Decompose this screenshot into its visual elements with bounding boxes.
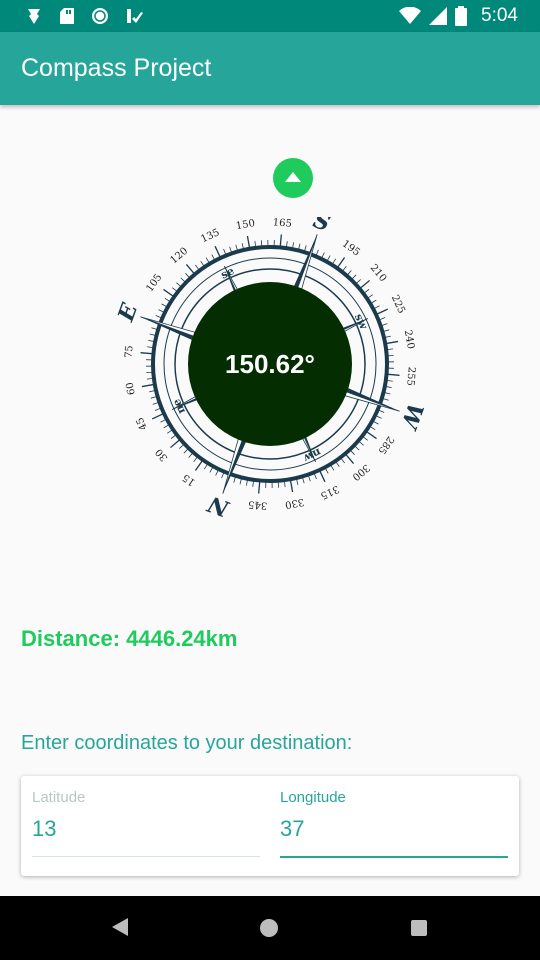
tick-mark bbox=[214, 245, 222, 259]
degree-label: 195 bbox=[340, 239, 362, 259]
degree-label: 285 bbox=[376, 434, 396, 456]
tick-mark bbox=[185, 263, 196, 275]
cardinal-letter: N bbox=[204, 490, 234, 517]
degree-label: 240 bbox=[402, 329, 416, 350]
degree-label: 225 bbox=[389, 293, 407, 315]
recents-button[interactable] bbox=[411, 920, 427, 936]
status-bar: 5:04 bbox=[0, 0, 540, 32]
sd-card-icon bbox=[58, 6, 76, 26]
battery-icon bbox=[455, 6, 468, 26]
degree-label: 255 bbox=[404, 366, 417, 386]
degree-label: 15 bbox=[181, 471, 198, 487]
tick-mark bbox=[336, 257, 346, 269]
navigation-bar bbox=[0, 896, 540, 960]
degree-label: 330 bbox=[284, 496, 305, 510]
tick-mark bbox=[246, 235, 251, 249]
destination-prompt: Enter coordinates to your destination: bbox=[21, 732, 353, 754]
degree-label: 60 bbox=[125, 381, 138, 395]
tick-mark bbox=[169, 438, 181, 449]
intercardinal-letter: se bbox=[219, 264, 236, 281]
coordinates-card: Latitude Longitude bbox=[21, 776, 519, 876]
longitude-input[interactable] bbox=[280, 816, 508, 842]
back-button[interactable] bbox=[112, 918, 128, 941]
tick-mark bbox=[151, 412, 165, 420]
cardinal-letter: W bbox=[395, 400, 429, 434]
tick-mark bbox=[359, 279, 371, 290]
app-bar: Compass Project bbox=[0, 32, 540, 105]
degree-label: 300 bbox=[350, 462, 372, 483]
tick-mark bbox=[350, 274, 357, 281]
tick-mark bbox=[318, 469, 326, 483]
intercardinal-letter: nw bbox=[301, 446, 323, 465]
tick-mark bbox=[355, 279, 361, 285]
heading-value: 150.62° bbox=[225, 348, 315, 379]
degree-label: 105 bbox=[145, 272, 165, 294]
status-left-icons bbox=[24, 4, 144, 28]
longitude-underline bbox=[280, 856, 508, 858]
latitude-label: Latitude bbox=[32, 789, 86, 806]
latitude-underline bbox=[32, 856, 260, 857]
degree-label: 210 bbox=[368, 263, 389, 285]
latitude-field: Latitude bbox=[32, 776, 260, 876]
signal-icon bbox=[429, 7, 448, 25]
sync-icon bbox=[90, 6, 110, 26]
arrow-up-icon bbox=[285, 172, 301, 182]
longitude-field: Longitude bbox=[280, 776, 508, 876]
tick-mark bbox=[185, 273, 191, 279]
degree-label: 75 bbox=[124, 345, 136, 359]
latitude-input[interactable] bbox=[32, 816, 260, 842]
tick-mark bbox=[141, 383, 155, 388]
degree-label: 345 bbox=[248, 498, 268, 511]
tick-mark bbox=[194, 459, 204, 471]
intercardinal-letter: sw bbox=[352, 312, 371, 332]
tick-mark bbox=[140, 352, 154, 355]
tick-mark bbox=[386, 373, 400, 376]
tick-mark bbox=[375, 308, 389, 316]
cardinal-letter: E bbox=[113, 299, 144, 326]
tick-mark bbox=[358, 440, 364, 446]
app-title: Compass Project bbox=[21, 54, 212, 82]
compass-dial: 15 30 45 60 75 105 120 135 150 165 195 210 225 240 255… bbox=[110, 217, 430, 517]
tick-mark bbox=[258, 480, 261, 494]
compass-center: 150.62° bbox=[188, 282, 352, 446]
intercardinal-letter: ne bbox=[170, 397, 188, 416]
tick-mark bbox=[183, 447, 190, 454]
degree-label: 150 bbox=[235, 218, 256, 232]
degree-label: 120 bbox=[169, 246, 191, 267]
cardinal-letter: S bbox=[310, 217, 334, 237]
tick-mark bbox=[346, 270, 352, 276]
tick-mark bbox=[279, 234, 282, 248]
status-right-icons: 5:04 bbox=[399, 4, 518, 28]
degree-label: 135 bbox=[199, 227, 221, 245]
distance-text: Distance: 4446.24km bbox=[21, 626, 238, 651]
tick-mark bbox=[365, 430, 377, 440]
tick-mark bbox=[344, 453, 355, 465]
main-content: 15 30 45 60 75 105 120 135 150 165 195 210 225 240 255… bbox=[0, 105, 540, 896]
tick-mark bbox=[349, 449, 355, 455]
tick-mark bbox=[179, 443, 185, 449]
degree-label: 165 bbox=[272, 217, 292, 230]
tick-mark bbox=[385, 340, 399, 345]
tick-mark bbox=[180, 277, 187, 284]
degree-label: 315 bbox=[319, 483, 341, 501]
vpn-icon bbox=[24, 6, 44, 26]
degree-label: 30 bbox=[154, 446, 171, 463]
tick-mark bbox=[163, 288, 175, 298]
longitude-label: Longitude bbox=[280, 789, 346, 806]
tick-mark bbox=[188, 452, 194, 458]
destination-arrow-indicator bbox=[273, 158, 313, 198]
degree-label: 45 bbox=[135, 415, 150, 431]
status-time: 5:04 bbox=[481, 5, 518, 26]
tick-mark bbox=[289, 479, 294, 493]
check-list-icon bbox=[124, 6, 144, 26]
back-icon bbox=[112, 918, 128, 936]
tick-mark bbox=[176, 282, 182, 288]
home-button[interactable] bbox=[260, 919, 278, 937]
tick-mark bbox=[353, 444, 360, 451]
wifi-icon bbox=[399, 7, 422, 25]
